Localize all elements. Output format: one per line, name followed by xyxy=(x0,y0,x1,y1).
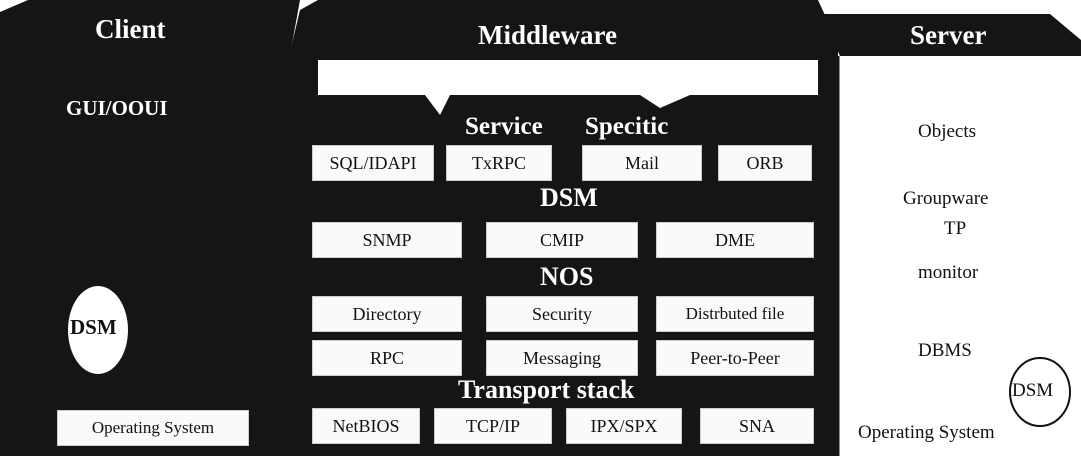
netbios-box: NetBIOS xyxy=(312,408,420,444)
rpc-box: RPC xyxy=(312,340,462,376)
cmip-box: CMIP xyxy=(486,222,638,258)
service-label: Service xyxy=(465,113,543,140)
dsm-label: DSM xyxy=(540,183,598,212)
distributed-file-box: Distrbuted file xyxy=(656,296,814,332)
client-middleware-server-diagram: Client Middleware Server GUI/OOUI DSM Op… xyxy=(0,0,1081,456)
server-os-label: Operating System xyxy=(858,422,995,443)
orb-box: ORB xyxy=(718,145,812,181)
client-gui-label: GUI/OOUI xyxy=(66,96,168,120)
server-objects-label: Objects xyxy=(918,121,977,142)
dme-box: DME xyxy=(656,222,814,258)
sna-box: SNA xyxy=(700,408,814,444)
client-dsm-label: DSM xyxy=(70,315,117,339)
sql-idapi-box: SQL/IDAPI xyxy=(312,145,434,181)
messaging-box: Messaging xyxy=(486,340,638,376)
server-tp-label: TP xyxy=(944,218,967,239)
server-header: Server xyxy=(910,20,987,50)
directory-box: Directory xyxy=(312,296,462,332)
security-box: Security xyxy=(486,296,638,332)
client-os-box: Operating System xyxy=(57,410,249,446)
peer-to-peer-box: Peer-to-Peer xyxy=(656,340,814,376)
tcpip-box: TCP/IP xyxy=(434,408,552,444)
server-monitor-label: monitor xyxy=(918,262,979,283)
nos-label: NOS xyxy=(540,262,594,291)
transport-stack-label: Transport stack xyxy=(458,375,635,404)
server-dbms-label: DBMS xyxy=(918,340,972,361)
server-groupware-label: Groupware xyxy=(903,188,989,209)
middleware-header: Middleware xyxy=(478,20,617,50)
specitic-label: Specitic xyxy=(585,113,669,140)
txrpc-box: TxRPC xyxy=(446,145,552,181)
server-dsm-label: DSM xyxy=(1012,380,1054,401)
ipxspx-box: IPX/SPX xyxy=(566,408,682,444)
mail-box: Mail xyxy=(582,145,702,181)
snmp-box: SNMP xyxy=(312,222,462,258)
client-header: Client xyxy=(95,14,166,44)
